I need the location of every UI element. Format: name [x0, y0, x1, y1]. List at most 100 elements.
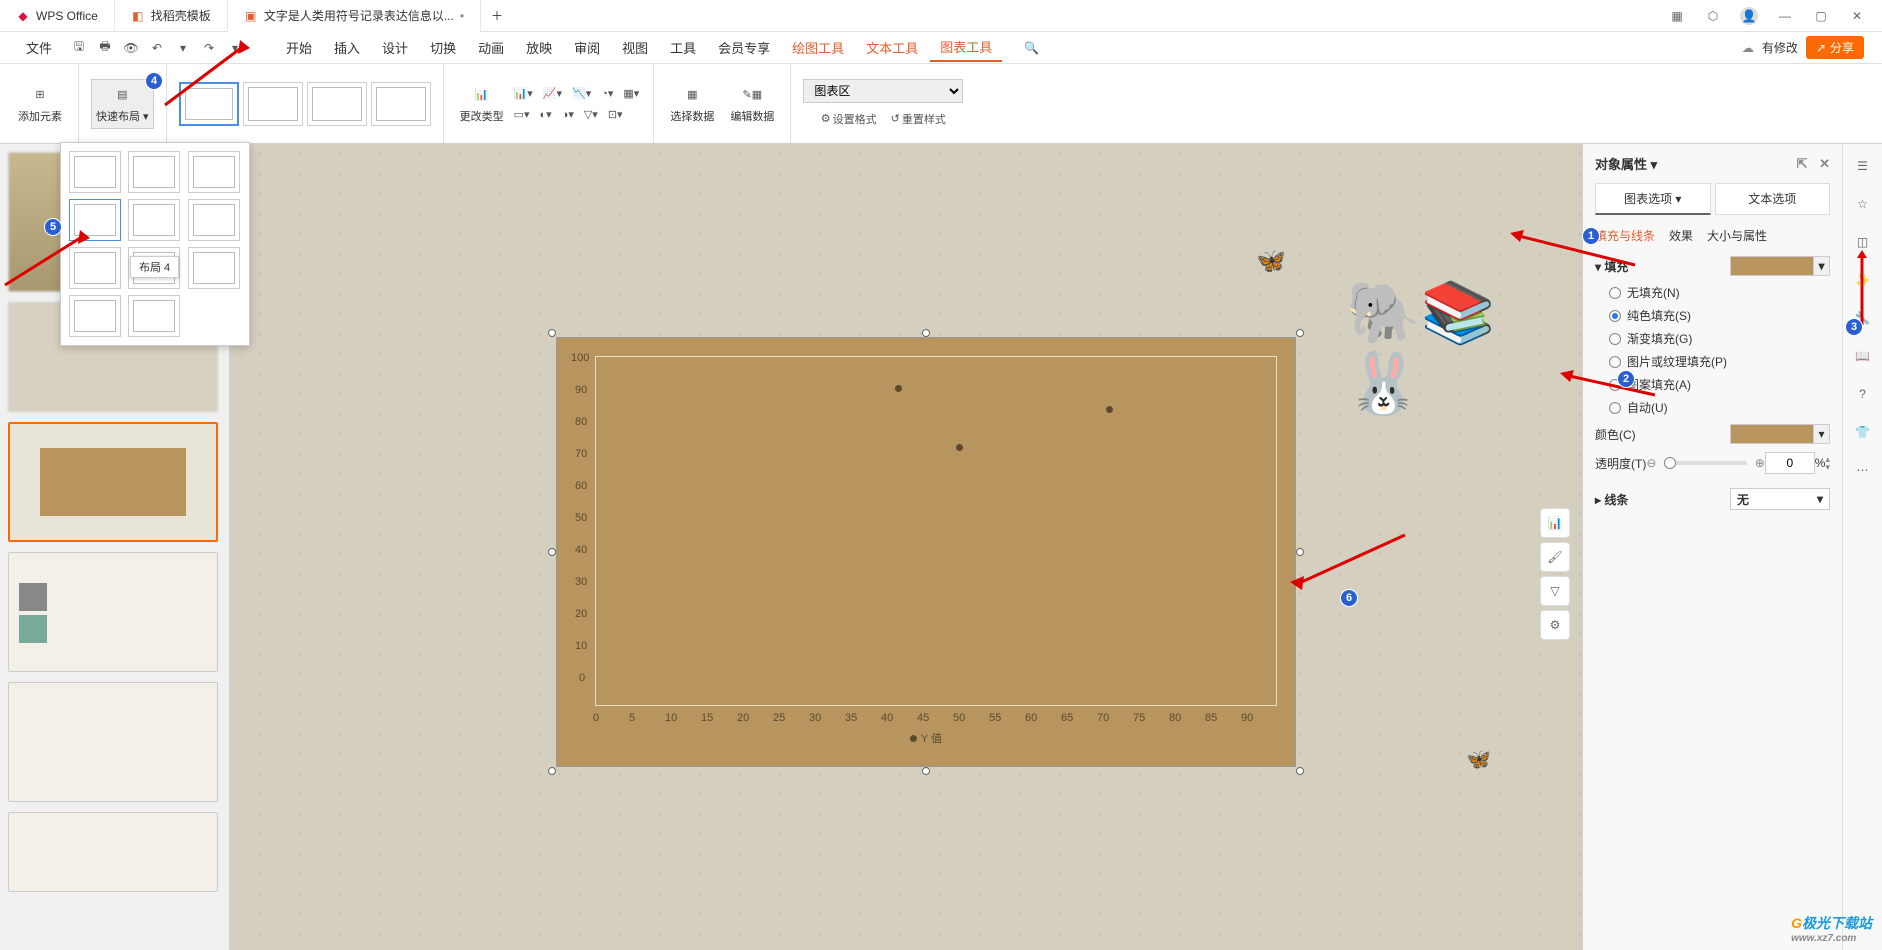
side-tool-help-icon[interactable]: ?	[1851, 382, 1875, 406]
edit-data-button[interactable]: ✎▦ 编辑数据	[726, 80, 778, 128]
quick-layout-button[interactable]: ▤ 快速布局 ▾	[91, 79, 154, 129]
resize-handle[interactable]	[1296, 767, 1304, 775]
layout-option-9[interactable]	[188, 247, 240, 289]
data-point[interactable]	[1106, 406, 1113, 413]
menu-chart-tools[interactable]: 图表工具	[930, 33, 1002, 62]
avatar-icon[interactable]: 👤	[1740, 7, 1758, 25]
data-point[interactable]	[956, 444, 963, 451]
fill-picture-radio[interactable]: 图片或纹理填充(P)	[1609, 353, 1830, 370]
change-type-button[interactable]: 📊 更改类型	[456, 80, 508, 128]
resize-handle[interactable]	[548, 329, 556, 337]
close-panel-icon[interactable]: ✕	[1819, 156, 1830, 171]
minimize-button[interactable]: —	[1776, 7, 1794, 25]
chart-style-4[interactable]: ◔▾	[599, 85, 615, 102]
layout-option-11[interactable]	[128, 295, 180, 337]
chart-style-7[interactable]: ◐▾	[538, 106, 554, 123]
tab-chart-options[interactable]: 图表选项 ▾	[1595, 183, 1711, 215]
subtab-size[interactable]: 大小与属性	[1707, 227, 1767, 244]
fill-auto-radio[interactable]: 自动(U)	[1609, 399, 1830, 416]
menu-animation[interactable]: 动画	[468, 34, 514, 61]
more-dropdown-icon[interactable]: ▾	[226, 39, 244, 57]
layout-option-6[interactable]	[188, 199, 240, 241]
print-preview-icon[interactable]: 👁	[122, 39, 140, 57]
chart-object[interactable]: 100 90 80 70 60 50 40 30 20 10 0 0 5 10 …	[556, 337, 1296, 767]
side-tool-overlap-icon[interactable]: ◫	[1851, 230, 1875, 254]
layout-option-4[interactable]	[69, 199, 121, 241]
fill-section-header[interactable]: ▾ 填充 ▾	[1595, 256, 1830, 276]
line-section-header[interactable]: ▸ 线条 无▾	[1595, 488, 1830, 510]
slide-canvas-area[interactable]: 🦋 🐘📚🐰 🦋 100 90 80 70	[230, 144, 1582, 950]
chart-styles-icon[interactable]: 🖌	[1540, 542, 1570, 572]
side-tool-1-icon[interactable]: ☰	[1851, 154, 1875, 178]
grid-icon[interactable]: ▦	[1668, 7, 1686, 25]
layout-option-7[interactable]	[69, 247, 121, 289]
resize-handle[interactable]	[548, 548, 556, 556]
chart-style-3[interactable]: 📉▾	[570, 85, 593, 102]
subtab-effect[interactable]: 效果	[1669, 227, 1693, 244]
layout-preset-1[interactable]	[179, 82, 239, 126]
transparency-input[interactable]	[1765, 452, 1815, 474]
layout-option-5[interactable]	[128, 199, 180, 241]
chart-style-9[interactable]: ▽▾	[582, 106, 600, 123]
fill-color-swatch[interactable]: ▾	[1730, 256, 1830, 276]
menu-text-tools[interactable]: 文本工具	[856, 34, 928, 61]
side-tool-more-icon[interactable]: ⋯	[1851, 458, 1875, 482]
menu-slideshow[interactable]: 放映	[516, 34, 562, 61]
menu-view[interactable]: 视图	[612, 34, 658, 61]
menu-insert[interactable]: 插入	[324, 34, 370, 61]
undo-icon[interactable]: ↶	[148, 39, 166, 57]
layout-option-10[interactable]	[69, 295, 121, 337]
chart-filter-icon[interactable]: ▽	[1540, 576, 1570, 606]
menu-drawing-tools[interactable]: 绘图工具	[782, 34, 854, 61]
transparency-slider[interactable]	[1664, 461, 1746, 465]
chart-settings-icon[interactable]: ⚙	[1540, 610, 1570, 640]
tab-text-options[interactable]: 文本选项	[1715, 183, 1831, 215]
layout-option-2[interactable]	[128, 151, 180, 193]
select-data-button[interactable]: ▦ 选择数据	[666, 80, 718, 128]
menu-transition[interactable]: 切换	[420, 34, 466, 61]
chart-element-selector[interactable]: 图表区	[803, 79, 963, 103]
search-icon[interactable]: 🔍	[1024, 41, 1039, 55]
layout-preset-3[interactable]	[307, 82, 367, 126]
slide-thumb-3[interactable]	[8, 422, 218, 542]
set-format-button[interactable]: ⚙ 设置格式	[819, 109, 879, 129]
save-icon[interactable]: 🖫	[70, 39, 88, 57]
slide-thumb-5[interactable]	[8, 682, 218, 802]
tab-templates[interactable]: ◧ 找稻壳模板	[115, 0, 228, 32]
maximize-button[interactable]: ▢	[1812, 7, 1830, 25]
menu-review[interactable]: 审阅	[564, 34, 610, 61]
fill-none-radio[interactable]: 无填充(N)	[1609, 284, 1830, 301]
layout-option-1[interactable]	[69, 151, 121, 193]
stepper-icon[interactable]: ▴▾	[1825, 455, 1830, 471]
color-picker[interactable]: ▾	[1730, 424, 1830, 444]
slide-thumb-6[interactable]	[8, 812, 218, 892]
tab-wps-home[interactable]: ◆ WPS Office	[0, 0, 115, 32]
chart-style-10[interactable]: ⊡▾	[606, 106, 625, 123]
resize-handle[interactable]	[922, 767, 930, 775]
tab-document[interactable]: ▣ 文字是人类用符号记录表达信息以... •	[228, 0, 481, 32]
subtab-fill-line[interactable]: 填充与线条	[1595, 227, 1655, 244]
layout-preset-2[interactable]	[243, 82, 303, 126]
menu-design[interactable]: 设计	[372, 34, 418, 61]
chart-style-6[interactable]: ▭▾	[512, 106, 532, 123]
file-menu[interactable]: 文件	[16, 34, 62, 61]
menu-tools[interactable]: 工具	[660, 34, 706, 61]
redo-icon[interactable]: ↷	[200, 39, 218, 57]
chart-style-5[interactable]: ▦▾	[621, 85, 641, 102]
print-icon[interactable]: 🖶	[96, 39, 114, 57]
resize-handle[interactable]	[1296, 329, 1304, 337]
chart-elements-icon[interactable]: 📊	[1540, 508, 1570, 538]
plot-area[interactable]	[595, 356, 1277, 706]
chart-style-8[interactable]: ◑▾	[560, 106, 576, 123]
reset-style-button[interactable]: ↺ 重置样式	[889, 109, 948, 129]
slide-thumb-4[interactable]	[8, 552, 218, 672]
side-tool-magic-icon[interactable]: ✨	[1851, 268, 1875, 292]
cube-icon[interactable]: ⬡	[1704, 7, 1722, 25]
resize-handle[interactable]	[1296, 548, 1304, 556]
resize-handle[interactable]	[922, 329, 930, 337]
fill-solid-radio[interactable]: 纯色填充(S)	[1609, 307, 1830, 324]
side-tool-star-icon[interactable]: ☆	[1851, 192, 1875, 216]
add-element-button[interactable]: ⊞ 添加元素	[14, 80, 66, 128]
fill-gradient-radio[interactable]: 渐变填充(G)	[1609, 330, 1830, 347]
fill-pattern-radio[interactable]: 图案填充(A)	[1609, 376, 1830, 393]
